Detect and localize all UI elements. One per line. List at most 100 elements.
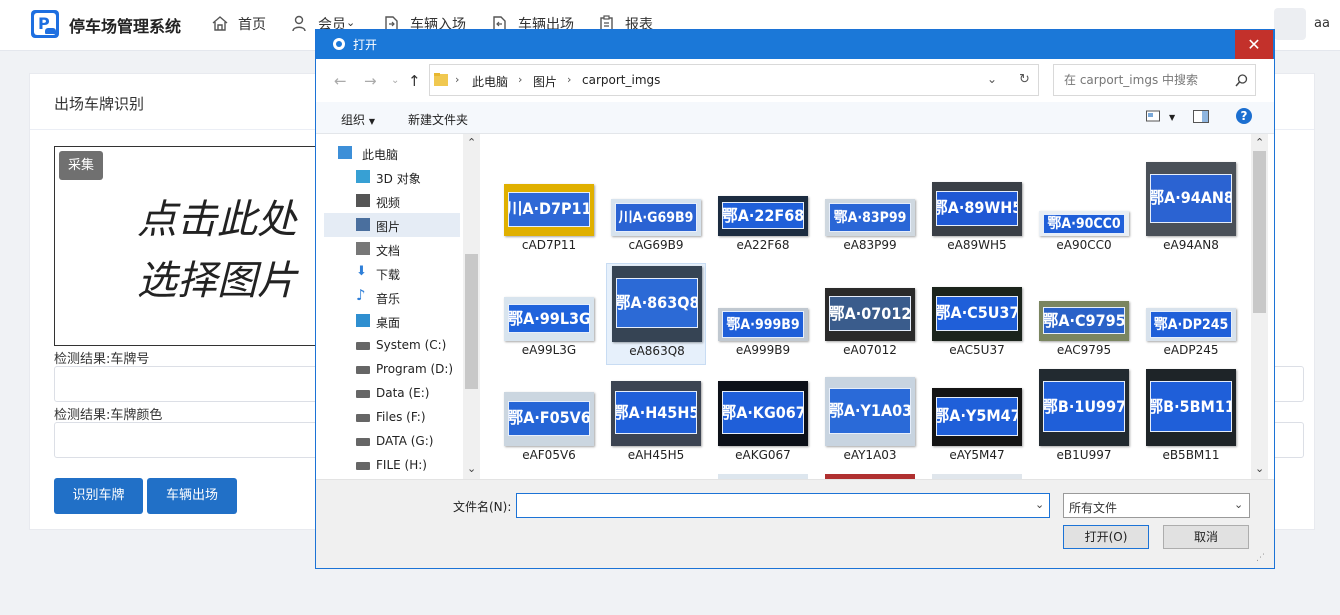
filetype-select[interactable]: 所有文件 ⌄: [1063, 493, 1250, 518]
path-segment[interactable]: carport_imgs: [582, 73, 660, 87]
file-item[interactable]: 鄂B·5BM11 eB5BM11: [1141, 368, 1241, 470]
filename-input[interactable]: ⌄: [516, 493, 1050, 518]
organize-button[interactable]: 组织 ▼: [341, 111, 375, 128]
scroll-up-icon[interactable]: ⌃: [1255, 136, 1264, 149]
file-item[interactable]: 鄂A·H45H5 eAH45H5: [606, 368, 706, 470]
file-item[interactable]: 鄂A·C5U37 eAC5U37: [927, 263, 1027, 365]
image-upload-area[interactable]: 采集 点击此处 选择图片: [54, 146, 324, 346]
address-bar[interactable]: › 此电脑 › 图片 › carport_imgs ⌄ ↻: [429, 64, 1039, 96]
file-item[interactable]: 鄂A·F05V6 eAF05V6: [499, 368, 599, 470]
scroll-down-icon[interactable]: ⌄: [467, 462, 476, 475]
cancel-button[interactable]: 取消: [1163, 525, 1249, 549]
file-name: eADP245: [1163, 343, 1219, 357]
back-arrow-icon[interactable]: ←: [334, 72, 347, 90]
username[interactable]: aa: [1314, 16, 1330, 31]
sidebar-scrollbar[interactable]: ⌃ ⌄: [463, 134, 480, 479]
sidebar-item-label: 图片: [376, 220, 401, 234]
downloads-icon: ⬇: [356, 264, 367, 279]
capture-tag[interactable]: 采集: [59, 151, 103, 180]
desktop-icon: [356, 314, 370, 327]
avatar[interactable]: [1274, 8, 1306, 40]
help-icon[interactable]: ?: [1236, 108, 1252, 124]
upload-hint-line2: 选择图片: [137, 258, 297, 304]
filename-dropdown-icon[interactable]: ⌄: [1035, 498, 1044, 511]
image-thumbnail: 鄂A·Y5M47: [932, 388, 1022, 446]
file-open-dialog: 打开 ✕ ← → ⌄ ↑ › 此电脑 › 图片 › carport_imgs ⌄…: [315, 29, 1275, 569]
scroll-down-icon[interactable]: ⌄: [1255, 462, 1264, 475]
search-input[interactable]: [1054, 65, 1229, 95]
file-item[interactable]: 鄂A·94AN8 eA94AN8: [1141, 158, 1241, 260]
refresh-icon[interactable]: ↻: [1019, 72, 1030, 87]
file-name: eAC5U37: [949, 343, 1005, 357]
file-item[interactable]: 鄂A·DP245 eADP245: [1141, 263, 1241, 365]
drive-icon: [356, 438, 370, 446]
sidebar-scroll-thumb[interactable]: [465, 254, 478, 389]
sidebar-item-4[interactable]: 文档: [324, 237, 460, 261]
dialog-title: 打开: [353, 38, 378, 52]
sidebar-item-13[interactable]: FILE (H:): [324, 453, 460, 477]
forward-arrow-icon[interactable]: →: [364, 72, 377, 90]
image-thumbnail: 鄂B·1U997: [1039, 369, 1129, 446]
file-item[interactable]: 川A·G69B9 cAG69B9: [606, 158, 706, 260]
file-item[interactable]: 鄂A·99L3G eA99L3G: [499, 263, 599, 365]
sidebar-item-9[interactable]: Program (D:): [324, 357, 460, 381]
recent-dropdown-icon[interactable]: ⌄: [391, 75, 399, 86]
new-folder-button[interactable]: 新建文件夹: [408, 111, 468, 128]
plate-text: 鄂A·83P99: [829, 202, 911, 233]
chevron-down-icon: ⌄: [1234, 498, 1244, 511]
sidebar-item-7[interactable]: 桌面: [324, 309, 460, 333]
sidebar-item-label: 下载: [376, 268, 401, 282]
sidebar-item-11[interactable]: Files (F:): [324, 405, 460, 429]
plate-text: 鄂A·DP245: [1150, 311, 1232, 338]
file-item[interactable]: 鄂A·Y1A03 eAY1A03: [820, 368, 920, 470]
file-item[interactable]: 鄂A·22F68 eA22F68: [713, 158, 813, 260]
plate-color-label: 检测结果:车牌颜色: [54, 408, 163, 423]
path-segment[interactable]: 图片: [533, 73, 557, 90]
sidebar-item-0[interactable]: 此电脑: [324, 141, 460, 165]
search-box[interactable]: [1053, 64, 1256, 96]
sidebar-item-6[interactable]: ♪ 音乐: [324, 285, 460, 309]
sidebar-item-10[interactable]: Data (E:): [324, 381, 460, 405]
file-item[interactable]: 鄂A·83P99 eA83P99: [820, 158, 920, 260]
resize-grip-icon[interactable]: ⋰: [1256, 553, 1265, 563]
file-list-scroll-thumb[interactable]: [1253, 151, 1266, 313]
plate-text: 川A·D7P11: [508, 192, 590, 227]
file-item[interactable]: 鄂B·1U997 eB1U997: [1034, 368, 1134, 470]
path-segment[interactable]: 此电脑: [472, 73, 508, 90]
plate-text: 鄂A·99L3G: [508, 304, 590, 334]
dialog-close-button[interactable]: ✕: [1235, 30, 1273, 59]
file-item[interactable]: 鄂A·999B9 eA999B9: [713, 263, 813, 365]
view-options-icon[interactable]: [1146, 110, 1160, 125]
sidebar-item-3[interactable]: 图片: [324, 213, 460, 237]
sidebar-item-2[interactable]: 视频: [324, 189, 460, 213]
image-thumbnail: 鄂A·863Q8: [612, 266, 702, 342]
file-name: eA89WH5: [947, 238, 1007, 252]
scroll-up-icon[interactable]: ⌃: [467, 136, 476, 149]
file-item[interactable]: 鄂A·90CC0 eA90CC0: [1034, 158, 1134, 260]
file-item[interactable]: 鄂A·KG067 eAKG067: [713, 368, 813, 470]
up-arrow-icon[interactable]: ↑: [408, 72, 421, 90]
sidebar-item-5[interactable]: ⬇ 下载: [324, 261, 460, 285]
file-item[interactable]: 川A·D7P11 cAD7P11: [499, 158, 599, 260]
file-item[interactable]: 鄂A·863Q8 eA863Q8: [606, 263, 706, 365]
file-item[interactable]: 鄂A·07012 eA07012: [820, 263, 920, 365]
sidebar-item-8[interactable]: System (C:): [324, 333, 460, 357]
view-dropdown-icon[interactable]: ▼: [1169, 113, 1175, 122]
file-item[interactable]: 鄂A·89WH5 eA89WH5: [927, 158, 1027, 260]
file-item[interactable]: 鄂A·C9795 eAC9795: [1034, 263, 1134, 365]
preview-pane-icon[interactable]: [1193, 110, 1209, 126]
address-dropdown-icon[interactable]: ⌄: [987, 72, 997, 86]
sidebar-item-12[interactable]: DATA (G:): [324, 429, 460, 453]
vehicle-exit-button[interactable]: 车辆出场: [147, 478, 237, 514]
filetype-value: 所有文件: [1069, 501, 1118, 515]
open-button[interactable]: 打开(O): [1063, 525, 1149, 549]
file-list-scrollbar[interactable]: ⌃ ⌄: [1251, 134, 1268, 479]
file-name: eA22F68: [736, 238, 790, 252]
plate-text: 鄂A·H45H5: [615, 391, 697, 435]
sidebar-item-label: 3D 对象: [376, 172, 421, 186]
file-item[interactable]: 鄂A·Y5M47 eAY5M47: [927, 368, 1027, 470]
dialog-titlebar[interactable]: 打开 ✕: [316, 30, 1274, 59]
chrome-icon: [333, 38, 345, 50]
recognize-plate-button[interactable]: 识别车牌: [54, 478, 143, 514]
sidebar-item-1[interactable]: 3D 对象: [324, 165, 460, 189]
